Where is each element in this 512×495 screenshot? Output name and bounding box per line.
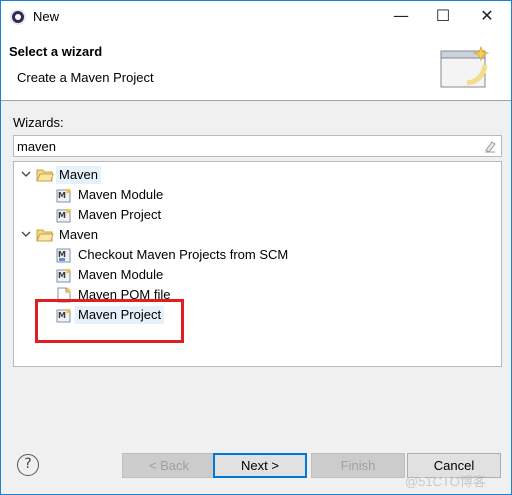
title-bar: New — ☐ ✕ [1, 1, 511, 33]
banner-title: Select a wizard [9, 44, 103, 59]
banner-description: Create a Maven Project [17, 70, 154, 85]
wizard-banner: Select a wizard Create a Maven Project [1, 33, 511, 101]
maven-module-icon: M [56, 268, 71, 283]
tree-item-maven-module[interactable]: Maven Module [75, 266, 166, 284]
checkout-maven-icon: M [56, 248, 71, 263]
tree-item-maven-module[interactable]: Maven Module [75, 186, 166, 204]
tree-group-maven[interactable]: Maven [56, 226, 101, 244]
new-wizard-banner-icon [440, 45, 490, 88]
svg-text:M: M [58, 191, 66, 200]
minimize-button[interactable]: — [379, 1, 423, 31]
eclipse-app-icon [10, 9, 26, 25]
folder-icon [36, 169, 54, 182]
wizard-filter[interactable] [13, 135, 502, 157]
svg-text:M: M [58, 271, 66, 280]
chevron-down-icon[interactable] [20, 168, 32, 180]
next-button[interactable]: Next > [213, 453, 307, 478]
chevron-down-icon[interactable] [20, 228, 32, 240]
filter-input[interactable] [17, 137, 467, 155]
svg-text:M: M [58, 250, 66, 259]
help-icon[interactable]: ? [17, 454, 39, 476]
window-title: New [33, 9, 60, 24]
new-wizard-dialog: New — ☐ ✕ Select a wizard Create a Maven… [0, 0, 512, 495]
maximize-button[interactable]: ☐ [421, 1, 465, 31]
tree-item-maven-project[interactable]: Maven Project [75, 206, 164, 224]
clear-filter-icon[interactable] [483, 139, 497, 153]
tree-item-checkout-maven-projects[interactable]: Checkout Maven Projects from SCM [75, 246, 291, 264]
red-highlight-annotation [35, 299, 184, 343]
wizards-label: Wizards: [13, 115, 64, 130]
maven-project-icon: M [56, 208, 71, 223]
tree-group-maven[interactable]: Maven [56, 166, 102, 184]
back-button[interactable]: < Back [122, 453, 216, 478]
close-button[interactable]: ✕ [465, 1, 509, 31]
finish-button[interactable]: Finish [311, 453, 405, 478]
folder-icon [36, 229, 54, 242]
watermark: @51CTO博客 [405, 474, 486, 489]
svg-text:M: M [58, 211, 66, 220]
maven-module-icon: M [56, 188, 71, 203]
